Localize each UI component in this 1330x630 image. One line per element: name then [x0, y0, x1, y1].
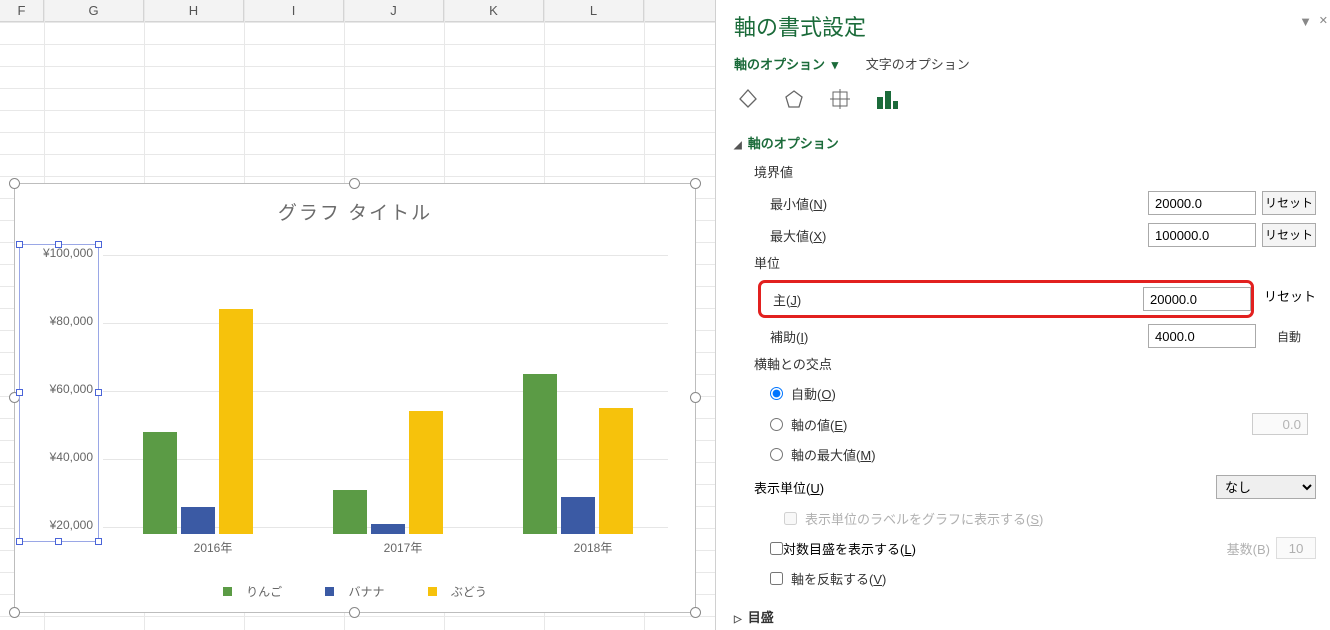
show-unit-label-text: 表示単位のラベルをグラフに表示する(S)	[805, 509, 1043, 528]
display-units-label: 表示単位(U)	[754, 478, 1216, 497]
resize-handle[interactable]	[349, 178, 360, 189]
highlight-major-unit: 主(J)	[758, 280, 1254, 318]
radio-axis-value[interactable]	[770, 418, 783, 431]
axis-options-icon[interactable]	[874, 87, 900, 111]
resize-handle[interactable]	[9, 178, 20, 189]
radio-axis-value-label: 軸の値(E)	[791, 415, 847, 434]
col-header[interactable]: J	[344, 0, 444, 21]
x-tick-label: 2017年	[323, 539, 483, 556]
radio-auto-label: 自動(O)	[791, 384, 836, 403]
bar-grape[interactable]	[409, 411, 443, 534]
spreadsheet-area: F G H I J K L グラフ タイトル	[0, 0, 715, 630]
chart-object[interactable]: グラフ タイトル ¥100,000 ¥80,000 ¥60,000 ¥40,00…	[14, 183, 696, 613]
column-headers: F G H I J K L	[0, 0, 715, 22]
plot-area[interactable]	[103, 244, 668, 534]
resize-handle[interactable]	[690, 178, 701, 189]
size-icon[interactable]	[828, 87, 852, 111]
auto-label: 自動	[1262, 328, 1316, 345]
radio-max-value[interactable]	[770, 448, 783, 461]
x-tick-label: 2016年	[133, 539, 293, 556]
y-tick-label: ¥40,000	[19, 450, 93, 464]
base-label: 基数(B)	[1227, 539, 1270, 558]
units-label: 単位	[734, 251, 1316, 278]
x-tick-label: 2018年	[513, 539, 673, 556]
bar-apple[interactable]	[333, 490, 367, 534]
col-header[interactable]: K	[444, 0, 544, 21]
col-header[interactable]: G	[44, 0, 144, 21]
tab-text-options[interactable]: 文字のオプション	[866, 57, 970, 72]
reverse-axis-label: 軸を反転する(V)	[791, 569, 886, 588]
resize-handle[interactable]	[690, 607, 701, 618]
col-header[interactable]: H	[144, 0, 244, 21]
reverse-axis-checkbox[interactable]	[770, 572, 783, 585]
cross-label: 横軸との交点	[734, 352, 1316, 379]
y-tick-label: ¥20,000	[19, 518, 93, 532]
reset-button[interactable]: リセット	[1264, 286, 1316, 305]
y-tick-label: ¥80,000	[19, 314, 93, 328]
y-tick-label: ¥100,000	[19, 246, 93, 260]
format-axis-pane: 軸の書式設定 ▼ ✕ 軸のオプション ▾ 文字のオプション 軸のオプション 境界…	[715, 0, 1330, 630]
min-input[interactable]	[1148, 191, 1256, 215]
resize-handle[interactable]	[349, 607, 360, 618]
major-unit-input[interactable]	[1143, 287, 1251, 311]
col-header[interactable]: I	[244, 0, 344, 21]
reset-button[interactable]: リセット	[1262, 223, 1316, 247]
log-scale-checkbox[interactable]	[770, 542, 783, 555]
major-label: 主(J)	[773, 290, 1143, 309]
bar-banana[interactable]	[561, 497, 595, 534]
chart-title[interactable]: グラフ タイトル	[15, 198, 695, 225]
show-unit-label-checkbox	[784, 512, 797, 525]
display-units-select[interactable]: なし	[1216, 475, 1316, 499]
effects-icon[interactable]	[782, 87, 806, 111]
pane-menu-icon[interactable]: ▼	[1299, 14, 1312, 29]
minor-label: 補助(I)	[770, 327, 1148, 346]
legend-swatch-icon	[223, 587, 232, 596]
max-input[interactable]	[1148, 223, 1256, 247]
col-header[interactable]: L	[544, 0, 644, 21]
legend-swatch-icon	[325, 587, 334, 596]
resize-handle[interactable]	[690, 392, 701, 403]
bounds-label: 境界値	[734, 160, 1316, 187]
section-axis-options[interactable]: 軸のオプション	[734, 129, 1316, 160]
chevron-down-icon: ▾	[828, 57, 838, 72]
base-input	[1276, 537, 1316, 559]
section-tick-marks[interactable]: 目盛	[734, 603, 1316, 630]
bar-grape[interactable]	[219, 309, 253, 534]
pane-title: 軸の書式設定	[734, 0, 1316, 50]
bar-banana[interactable]	[181, 507, 215, 534]
radio-max-value-label: 軸の最大値(M)	[791, 445, 876, 464]
close-icon[interactable]: ✕	[1319, 14, 1328, 27]
radio-auto[interactable]	[770, 387, 783, 400]
bar-apple[interactable]	[143, 432, 177, 534]
minor-unit-input[interactable]	[1148, 324, 1256, 348]
bar-apple[interactable]	[523, 374, 557, 534]
y-tick-label: ¥60,000	[19, 382, 93, 396]
col-header[interactable]: F	[0, 0, 44, 21]
resize-handle[interactable]	[9, 607, 20, 618]
bar-banana[interactable]	[371, 524, 405, 534]
min-label: 最小値(N)	[770, 194, 1148, 213]
tab-axis-options[interactable]: 軸のオプション ▾	[734, 57, 838, 72]
reset-button[interactable]: リセット	[1262, 191, 1316, 215]
max-label: 最大値(X)	[770, 226, 1148, 245]
axis-value-input	[1252, 413, 1308, 435]
fill-icon[interactable]	[736, 87, 760, 111]
bar-grape[interactable]	[599, 408, 633, 534]
legend-swatch-icon	[428, 587, 437, 596]
log-scale-label: 対数目盛を表示する(L)	[783, 539, 1227, 558]
chart-legend[interactable]: りんご バナナ ぶどう	[15, 583, 695, 600]
